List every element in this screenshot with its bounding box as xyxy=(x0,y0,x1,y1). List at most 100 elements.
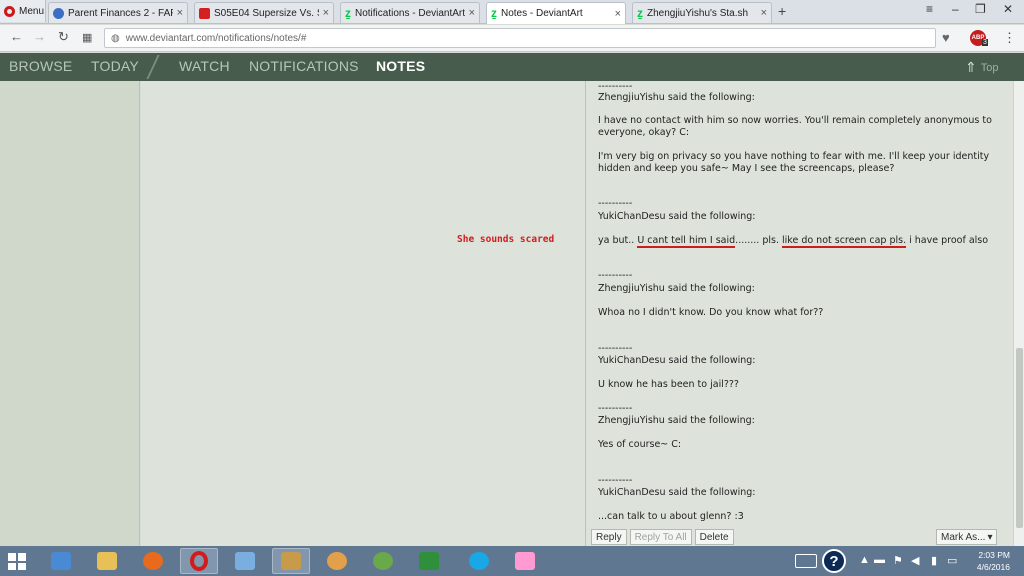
windows-taskbar: ? ▲ ▬ ⚑ ◀ ▮ ▭ 2:03 PM 4/6/2016 xyxy=(0,546,1024,576)
windows-start-icon[interactable] xyxy=(8,553,26,570)
nav-notes[interactable]: NOTES xyxy=(376,58,425,74)
tab-label: Notes - DeviantArt xyxy=(501,8,583,19)
opera-logo-icon xyxy=(4,5,15,17)
top-label: Top xyxy=(980,61,999,74)
close-icon[interactable]: × xyxy=(615,8,621,20)
heart-app-icon xyxy=(515,552,535,570)
flag-icon[interactable]: ⚑ xyxy=(893,554,903,567)
separator-line: ---------- xyxy=(598,198,633,209)
taskbar-control-panel[interactable] xyxy=(42,548,80,574)
deviantart-icon: ẕ xyxy=(637,5,643,20)
url-field[interactable]: ◍ www.deviantart.com/notifications/notes… xyxy=(104,28,936,48)
taskbar-firefox[interactable] xyxy=(134,548,172,574)
quote-header: ZhengjiuYishu said the following: xyxy=(598,92,755,103)
speaker-icon[interactable]: ◀ xyxy=(911,554,919,567)
tab-stash[interactable]: ẕ ZhengjiuYishu's Sta.sh × xyxy=(632,2,772,23)
close-icon[interactable]: × xyxy=(761,7,767,19)
taskbar-opera[interactable] xyxy=(180,548,218,574)
clock-date: 4/6/2016 xyxy=(976,562,1010,572)
separator-line: ---------- xyxy=(598,403,633,414)
scrollbar-thumb[interactable] xyxy=(1016,348,1023,528)
control-panel-icon xyxy=(51,552,71,570)
tray-app-icon[interactable]: ▬ xyxy=(874,554,885,566)
reply-all-button[interactable]: Reply To All xyxy=(629,529,692,545)
tab-parent-finances[interactable]: Parent Finances 2 - FAFSA × xyxy=(48,2,188,23)
tab-label: ZhengjiuYishu's Sta.sh xyxy=(647,7,749,19)
network-icon[interactable]: ▮ xyxy=(931,554,937,567)
back-arrow-icon[interactable]: ← xyxy=(10,29,23,44)
clock-time: 2:03 PM xyxy=(978,550,1010,560)
delete-button[interactable]: Delete xyxy=(694,529,734,545)
deviantart-icon: ẕ xyxy=(345,5,351,20)
youtube-icon xyxy=(199,7,210,19)
skype-icon xyxy=(469,552,489,570)
tab-supersize[interactable]: S05E04 Supersize Vs. Supe × xyxy=(194,2,334,23)
new-tab-plus-icon[interactable]: + xyxy=(778,3,786,19)
page-scrollbar[interactable] xyxy=(1013,81,1024,546)
game-icon xyxy=(373,552,393,570)
folder-icon xyxy=(97,552,117,570)
quote-header: ZhengjiuYishu said the following: xyxy=(598,415,755,426)
speed-dial-grid-icon[interactable]: ▦ xyxy=(82,31,92,44)
globe-icon xyxy=(53,7,64,19)
close-icon[interactable]: × xyxy=(323,7,329,19)
nav-watch[interactable]: WATCH xyxy=(179,58,230,74)
nav-browse[interactable]: BROWSE xyxy=(9,58,72,74)
maximize-icon[interactable]: ❐ xyxy=(975,2,986,16)
taskbar-game[interactable] xyxy=(364,548,402,574)
top-link[interactable]: ⇑ Top xyxy=(965,59,998,76)
message-paragraph: ...can talk to u about glenn? :3 xyxy=(598,511,744,522)
minimize-icon[interactable]: ‒ xyxy=(952,2,959,16)
tab-notifications[interactable]: ẕ Notifications - DeviantArt × xyxy=(340,2,480,23)
column-divider xyxy=(585,81,586,546)
close-window-icon[interactable]: ✕ xyxy=(1003,2,1013,16)
taskbar-paint-tool[interactable] xyxy=(272,548,310,574)
taskbar-heart-app[interactable] xyxy=(506,548,544,574)
message-paragraph: I have no contact with him so now worrie… xyxy=(598,115,992,138)
mark-as-dropdown[interactable]: Mark As... ▾ xyxy=(936,529,998,545)
mark-as-label: Mark As... xyxy=(941,531,986,543)
taskbar-paint[interactable] xyxy=(318,548,356,574)
reload-icon[interactable]: ↻ xyxy=(58,29,69,45)
photo-viewer-icon xyxy=(235,552,255,570)
red-annotation-text: She sounds scared xyxy=(457,234,555,245)
taskbar-skype[interactable] xyxy=(460,548,498,574)
chevron-down-icon: ▾ xyxy=(987,531,993,543)
tab-label: Notifications - DeviantArt xyxy=(355,7,465,19)
tab-label: S05E04 Supersize Vs. Supe xyxy=(214,7,319,19)
globe-icon: ◍ xyxy=(111,32,120,44)
taskbar-file-explorer[interactable] xyxy=(88,548,126,574)
browser-menu-button[interactable]: Menu xyxy=(0,0,46,22)
adblock-count: 3 xyxy=(982,39,988,46)
note-actions: Reply Reply To All Delete xyxy=(591,529,734,545)
tab-notes[interactable]: ẕ Notes - DeviantArt × xyxy=(486,2,626,24)
forward-arrow-icon[interactable]: → xyxy=(33,29,46,44)
close-icon[interactable]: × xyxy=(177,7,183,19)
tray-expand-icon[interactable]: ▲ xyxy=(859,554,870,566)
taskbar-photo-viewer[interactable] xyxy=(226,548,264,574)
more-options-icon[interactable]: ⋮ xyxy=(1003,30,1016,46)
quote-header: ZhengjiuYishu said the following: xyxy=(598,283,755,294)
reply-button[interactable]: Reply xyxy=(591,529,627,545)
tab-label: Parent Finances 2 - FAFSA xyxy=(68,7,173,19)
close-icon[interactable]: × xyxy=(469,7,475,19)
nav-notifications[interactable]: NOTIFICATIONS xyxy=(249,58,359,74)
keyboard-icon[interactable] xyxy=(795,554,817,568)
red-underlined-text: like do not screen cap pls. xyxy=(782,235,907,248)
message-text: ya but.. xyxy=(598,235,638,246)
deviantart-icon: ẕ xyxy=(491,6,497,20)
separator-line: ---------- xyxy=(598,343,633,354)
nav-separator xyxy=(146,55,160,79)
help-icon[interactable]: ? xyxy=(822,549,846,573)
url-text: www.deviantart.com/notifications/notes/# xyxy=(125,32,307,44)
battery-icon[interactable]: ▭ xyxy=(947,554,957,567)
paint-brush-icon xyxy=(281,552,301,570)
taskbar-camtasia[interactable] xyxy=(410,548,448,574)
tab-menu-icon[interactable]: ≡ xyxy=(926,2,933,16)
system-clock[interactable]: 2:03 PM 4/6/2016 xyxy=(966,549,1010,573)
heart-bookmark-icon[interactable]: ♥ xyxy=(942,30,950,45)
nav-today[interactable]: TODAY xyxy=(91,58,139,74)
message-text: i have proof also xyxy=(906,235,989,246)
message-paragraph: I'm very big on privacy so you have noth… xyxy=(598,151,990,174)
camtasia-icon xyxy=(419,552,439,570)
